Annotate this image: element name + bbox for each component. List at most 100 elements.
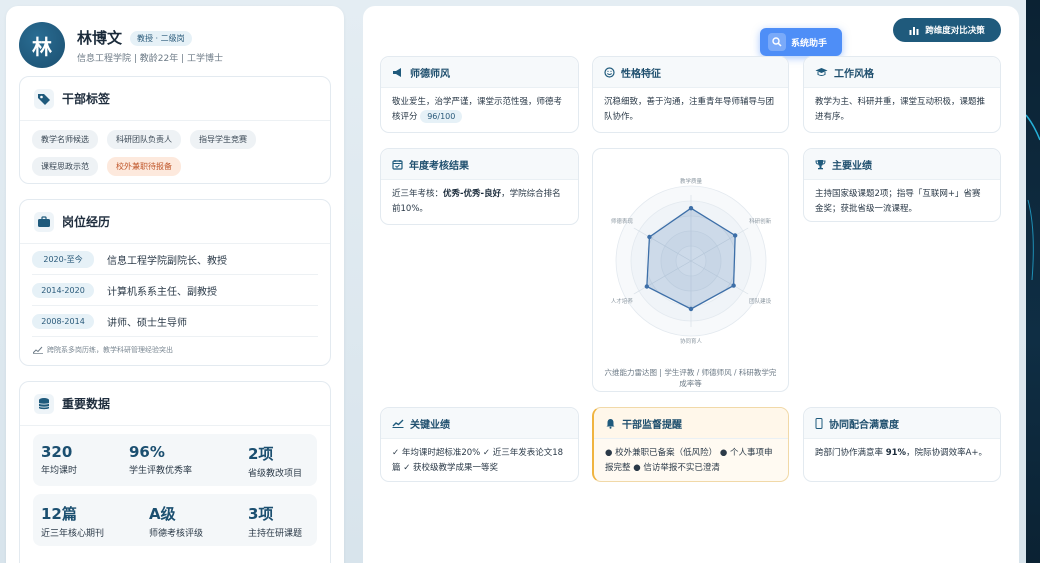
stat-label: 学生评教优秀率 xyxy=(129,466,193,476)
jobs-note-text: 跨院系多岗历练，教学科研管理经验突出 xyxy=(47,346,173,354)
stat-item: 12篇 近三年核心期刊 xyxy=(41,503,104,539)
tag-item[interactable]: 科研团队负责人 xyxy=(107,130,181,149)
achievements-card-header: 主要业绩 xyxy=(804,149,1000,180)
bell-icon xyxy=(606,418,615,429)
assistant-label: 系统助手 xyxy=(791,38,828,49)
achievements-card: 主要业绩 主持国家级课题2项；指导「互联网+」省赛金奖；获批省级一流课程。 xyxy=(803,148,1001,222)
personality-card-header: 性格特征 xyxy=(593,57,788,88)
achievements-card-title: 主要业绩 xyxy=(832,160,872,172)
job-row: 2020-至今 信息工程学院副院长、教授 xyxy=(32,244,318,275)
supervision-alert-card-title: 干部监督提醒 xyxy=(622,419,682,431)
radar-axis-label: 教学质量 xyxy=(680,177,703,185)
radar-point xyxy=(644,284,650,289)
jobs-card-title: 岗位经历 xyxy=(62,215,111,229)
radar-axis-label: 科研创新 xyxy=(749,217,772,225)
annual-review-results: 优秀-优秀-良好 xyxy=(443,189,502,199)
satisfaction-rate: 91% xyxy=(885,448,907,458)
tag-item[interactable]: 指导学生竞赛 xyxy=(190,130,256,149)
jobs-card-header: 岗位经历 xyxy=(20,200,330,244)
bar-chart-icon xyxy=(909,26,919,35)
ethics-card: 师德师风 敬业爱生，治学严谨，课堂示范性强，师德考核评分 96/100 xyxy=(380,56,579,133)
personality-card: 性格特征 沉稳细致，善于沟通，注重青年导师辅导与团队协作。 xyxy=(592,56,789,133)
database-icon xyxy=(34,393,54,414)
trend-icon xyxy=(33,346,43,354)
megaphone-icon xyxy=(393,67,401,77)
annual-review-card-title: 年度考核结果 xyxy=(409,160,469,172)
ethics-score: 96/100 xyxy=(420,110,463,123)
annual-review-card-body: 近三年考核：优秀-优秀-良好，学院综合排名前10%。 xyxy=(381,180,578,224)
satisfaction-card-title: 协同配合满意度 xyxy=(829,419,899,431)
profile-header: 林 林博文 教授 · 二级岗 信息工程学院 | 教龄22年 | 工学博士 xyxy=(19,18,332,74)
stat-label: 近三年核心期刊 xyxy=(41,529,105,539)
stat-item: 320 年均课时 xyxy=(41,443,77,476)
tags-card: 干部标签 教学名师候选 科研团队负责人 指导学生竞赛 课程思政示范 校外兼职待报… xyxy=(19,76,331,184)
stat-item: 2项 省级教改项目 xyxy=(248,443,302,479)
satisfaction-text-suffix: ，院际协调效率A+。 xyxy=(906,448,988,458)
supervision-alert-card: 干部监督提醒 ● 校外兼职已备案（低风险） ● 个人事项申报完整 ● 信访举报不… xyxy=(592,407,789,482)
briefcase-icon xyxy=(34,211,54,232)
ethics-card-body: 敬业爱生，治学严谨，课堂示范性强，师德考核评分 96/100 xyxy=(381,88,578,132)
personality-card-title: 性格特征 xyxy=(621,68,661,80)
ethics-card-header: 师德师风 xyxy=(381,57,578,88)
assistant-button[interactable]: 系统助手 xyxy=(760,28,842,56)
annual-review-card-header: 年度考核结果 xyxy=(381,149,578,180)
stats-row: 320 年均课时 96% 学生评教优秀率 2项 省级教改项目 xyxy=(33,434,317,486)
detail-panel: 跨维度对比决策 系统助手 师德师风 敬业爱生，治学严谨，课堂示范性强，师德考核评… xyxy=(363,6,1019,563)
radar-axis-label: 师德表现 xyxy=(611,217,634,225)
job-row: 2014-2020 计算机系系主任、副教授 xyxy=(32,275,318,306)
avatar: 林 xyxy=(19,22,65,68)
tag-item-warning[interactable]: 校外兼职待报备 xyxy=(107,157,181,176)
radar-caption: 六维能力雷达图 | 学生评教 / 师德师风 / 科研教学完成率等 xyxy=(604,368,777,388)
job-title: 计算机系系主任、副教授 xyxy=(107,286,217,298)
stat-label: 主持在研课题 xyxy=(248,529,303,539)
radar-point xyxy=(647,234,652,240)
stats-card: 重要数据 320 年均课时 96% 学生评教优秀率 2项 省级教改项目 12篇 … xyxy=(19,381,331,563)
tags-card-title: 干部标签 xyxy=(62,92,111,106)
workstyle-card-body: 教学为主、科研并重，课堂互动积极，课题推进有序。 xyxy=(815,97,986,122)
compare-decision-label: 跨维度对比决策 xyxy=(925,26,985,36)
radar-axis-label: 协同育人 xyxy=(680,337,703,345)
job-years: 2008-2014 xyxy=(32,313,94,329)
calendar-icon xyxy=(392,159,403,170)
supervision-alert-card-header: 干部监督提醒 xyxy=(594,408,788,439)
phone-icon xyxy=(815,417,823,429)
tag-item[interactable]: 课程思政示范 xyxy=(32,157,98,176)
stats-card-header: 重要数据 xyxy=(20,382,330,426)
job-title: 讲师、硕士生导师 xyxy=(107,317,187,329)
stat-value: 2项 xyxy=(248,445,274,463)
tag-list: 教学名师候选 科研团队负责人 指导学生竞赛 课程思政示范 校外兼职待报备 xyxy=(20,121,330,185)
radar-axis-label: 人才培养 xyxy=(611,297,634,305)
stat-value: 3项 xyxy=(248,505,274,523)
profile-name: 林博文 xyxy=(77,29,123,47)
line-chart-icon xyxy=(392,419,404,428)
tag-icon xyxy=(34,88,54,109)
workstyle-card: 工作风格 教学为主、科研并重，课堂互动积极，课题推进有序。 xyxy=(803,56,1001,133)
stat-item: 96% 学生评教优秀率 xyxy=(129,443,192,476)
smile-icon xyxy=(604,66,615,78)
key-performance-card-body: ✓ 年均课时超标准20% ✓ 近三年发表论文18篇 ✓ 获校级教学成果一等奖 xyxy=(392,448,564,473)
job-row: 2008-2014 讲师、硕士生导师 xyxy=(32,306,318,337)
radar-point xyxy=(732,233,738,238)
stat-label: 年均课时 xyxy=(41,466,78,476)
compare-decision-button[interactable]: 跨维度对比决策 xyxy=(893,18,1001,42)
stats-grid: 320 年均课时 96% 学生评教优秀率 2项 省级教改项目 12篇 近三年核心… xyxy=(20,426,330,546)
graduation-cap-icon xyxy=(815,68,828,76)
search-icon xyxy=(768,33,786,51)
profile-info: 信息工程学院 | 教龄22年 | 工学博士 xyxy=(77,54,223,64)
tag-item[interactable]: 教学名师候选 xyxy=(32,130,98,149)
jobs-note: 跨院系多岗历练，教学科研管理经验突出 xyxy=(20,337,330,363)
satisfaction-text-prefix: 跨部门协作满意率 xyxy=(815,448,886,458)
annual-review-text-prefix: 近三年考核： xyxy=(392,189,444,199)
personality-card-body: 沉稳细致，善于沟通，注重青年导师辅导与团队协作。 xyxy=(604,97,775,122)
profile-panel: 林 林博文 教授 · 二级岗 信息工程学院 | 教龄22年 | 工学博士 干部标… xyxy=(6,6,344,563)
job-years: 2014-2020 xyxy=(32,282,94,298)
workstyle-card-title: 工作风格 xyxy=(834,68,874,80)
annual-review-card: 年度考核结果 近三年考核：优秀-优秀-良好，学院综合排名前10%。 xyxy=(380,148,579,225)
satisfaction-card: 协同配合满意度 跨部门协作满意率 91%，院际协调效率A+。 xyxy=(803,407,1001,482)
satisfaction-card-header: 协同配合满意度 xyxy=(804,408,1000,439)
role-badge: 教授 · 二级岗 xyxy=(130,31,192,46)
key-performance-card-header: 关键业绩 xyxy=(381,408,578,439)
ethics-card-title: 师德师风 xyxy=(410,68,450,80)
stat-label: 师德考核评级 xyxy=(149,529,204,539)
stat-value: 320 xyxy=(41,443,73,461)
